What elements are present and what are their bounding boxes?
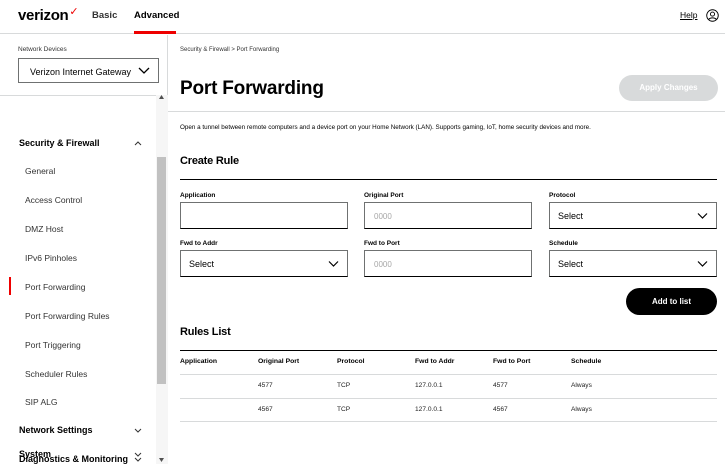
logo-checkmark: ✓ xyxy=(69,6,79,18)
tab-advanced[interactable]: Advanced xyxy=(134,10,179,21)
table-cell-fwd-to-port: 4567 xyxy=(493,406,508,413)
table-cell-protocol: TCP xyxy=(337,406,351,413)
sidebar: Network Devices Verizon Internet Gateway… xyxy=(0,35,168,464)
sidebar-item-general[interactable]: General xyxy=(25,166,55,176)
sidebar-item-sip-alg[interactable]: SIP ALG xyxy=(25,397,57,407)
scroll-down-arrow-icon[interactable] xyxy=(159,458,164,462)
active-tab-indicator xyxy=(134,31,176,34)
original-port-input[interactable]: 0000 xyxy=(364,202,532,229)
table-cell-schedule: Always xyxy=(571,382,592,389)
original-port-label: Original Port xyxy=(364,192,404,199)
chevron-down-icon[interactable] xyxy=(134,428,142,434)
column-header-protocol: Protocol xyxy=(337,358,365,365)
page-title: Port Forwarding xyxy=(180,78,324,99)
sidebar-item-port-forwarding-rules[interactable]: Port Forwarding Rules xyxy=(25,311,110,321)
sidebar-item-access-control[interactable]: Access Control xyxy=(25,195,82,205)
breadcrumb-separator: > xyxy=(231,47,235,53)
table-cell-original-port: 4567 xyxy=(258,406,273,413)
protocol-select-value: Select xyxy=(558,211,584,221)
application-label: Application xyxy=(180,192,216,199)
table-row-divider xyxy=(180,398,717,399)
schedule-select-value: Select xyxy=(558,259,584,269)
fwd-to-port-label: Fwd to Port xyxy=(364,240,400,247)
network-device-value: Verizon Internet Gateway xyxy=(30,67,132,77)
user-account-icon[interactable] xyxy=(706,9,719,22)
table-cell-original-port: 4577 xyxy=(258,382,273,389)
sidebar-item-ipv6-pinholes[interactable]: IPv6 Pinholes xyxy=(25,253,77,263)
network-device-select[interactable]: Verizon Internet Gateway xyxy=(18,58,159,83)
chevron-down-icon xyxy=(138,67,150,74)
sidebar-scrollbar-thumb[interactable] xyxy=(157,157,166,384)
protocol-select[interactable]: Select xyxy=(549,202,717,229)
create-rule-title: Create Rule xyxy=(180,155,239,167)
rules-list-divider xyxy=(180,350,717,351)
fwd-to-addr-value: Select xyxy=(189,259,215,269)
column-header-fwd-to-addr: Fwd to Addr xyxy=(415,358,455,365)
table-cell-fwd-to-port: 4577 xyxy=(493,382,508,389)
schedule-select[interactable]: Select xyxy=(549,250,717,277)
table-cell-protocol: TCP xyxy=(337,382,351,389)
fwd-to-addr-label: Fwd to Addr xyxy=(180,240,218,247)
column-header-fwd-to-port: Fwd to Port xyxy=(493,358,531,365)
sidebar-item-port-forwarding[interactable]: Port Forwarding xyxy=(25,282,85,292)
chevron-down-icon xyxy=(697,213,708,219)
sidebar-item-dmz-host[interactable]: DMZ Host xyxy=(25,224,63,234)
chevron-down-icon[interactable] xyxy=(134,452,142,458)
apply-changes-button[interactable]: Apply Changes xyxy=(619,75,718,101)
table-cell-schedule: Always xyxy=(571,406,592,413)
active-item-indicator xyxy=(9,277,11,295)
chevron-down-icon xyxy=(328,261,339,267)
top-bar: verizon✓ Basic Advanced Help xyxy=(0,0,725,34)
sidebar-section-system[interactable]: System xyxy=(19,449,51,459)
sidebar-menu: Security & Firewall General Access Contr… xyxy=(0,95,156,464)
sidebar-section-network-settings[interactable]: Network Settings xyxy=(19,425,93,435)
breadcrumb-current: Port Forwarding xyxy=(236,47,280,53)
protocol-label: Protocol xyxy=(549,192,576,199)
schedule-label: Schedule xyxy=(549,240,578,247)
add-to-list-button[interactable]: Add to list xyxy=(626,288,717,315)
scroll-up-arrow-icon[interactable] xyxy=(159,95,164,99)
page-description: Open a tunnel between remote computers a… xyxy=(180,124,591,131)
table-row-divider xyxy=(180,374,717,375)
breadcrumb: Security & Firewall > Port Forwarding xyxy=(180,47,279,53)
column-header-application: Application xyxy=(180,358,218,365)
title-divider xyxy=(168,111,725,112)
verizon-logo[interactable]: verizon✓ xyxy=(18,6,79,24)
sidebar-section-security-firewall[interactable]: Security & Firewall xyxy=(19,138,100,148)
chevron-down-icon xyxy=(697,261,708,267)
rules-list-title: Rules List xyxy=(180,326,231,338)
fwd-to-port-input[interactable]: 0000 xyxy=(364,250,532,277)
sidebar-item-scheduler-rules[interactable]: Scheduler Rules xyxy=(25,369,87,379)
table-row-divider xyxy=(180,421,717,422)
sidebar-item-port-triggering[interactable]: Port Triggering xyxy=(25,340,81,350)
network-devices-label: Network Devices xyxy=(18,46,67,53)
tab-basic[interactable]: Basic xyxy=(92,10,117,21)
fwd-to-addr-select[interactable]: Select xyxy=(180,250,348,277)
chevron-up-icon[interactable] xyxy=(134,140,142,146)
application-input[interactable] xyxy=(180,202,348,229)
table-cell-fwd-to-addr: 127.0.0.1 xyxy=(415,406,443,413)
column-header-schedule: Schedule xyxy=(571,358,602,365)
create-rule-divider xyxy=(180,179,717,180)
breadcrumb-parent[interactable]: Security & Firewall xyxy=(180,47,230,53)
column-header-original-port: Original Port xyxy=(258,358,300,365)
help-link[interactable]: Help xyxy=(680,10,697,20)
table-cell-fwd-to-addr: 127.0.0.1 xyxy=(415,382,443,389)
